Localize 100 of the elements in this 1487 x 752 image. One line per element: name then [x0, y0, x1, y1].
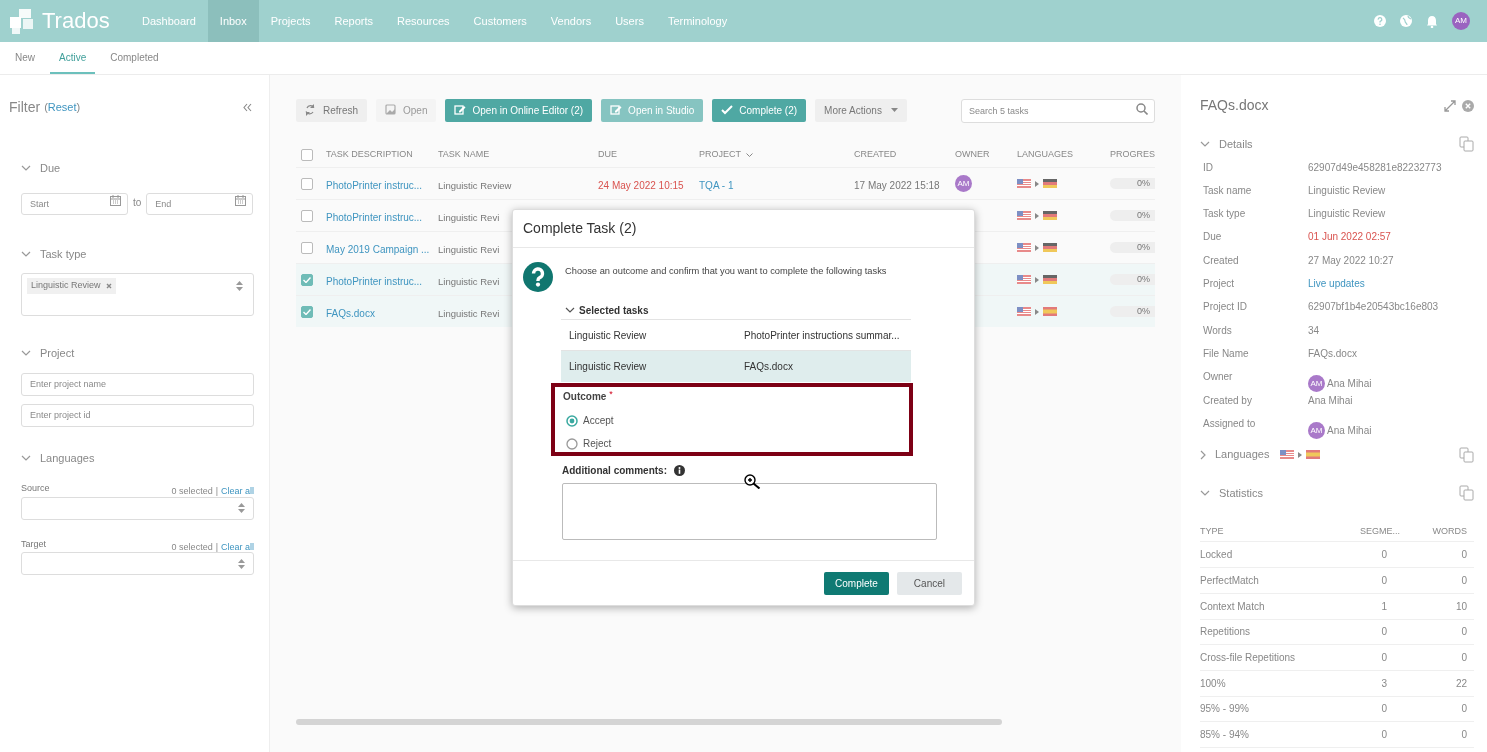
field-value: FAQs.docx: [1308, 346, 1357, 361]
column-header[interactable]: TASK NAME: [438, 147, 490, 162]
toolbar-button[interactable]: Refresh: [296, 98, 367, 122]
toolbar-button[interactable]: Open in Online Editor (2): [445, 98, 593, 122]
table-cell: Linguistic Revi: [438, 211, 500, 223]
column-header[interactable]: SEGME...: [1330, 525, 1400, 539]
toolbar-button[interactable]: Open: [376, 98, 437, 122]
toolbar-button[interactable]: Complete (2): [712, 98, 807, 122]
column-header[interactable]: OWNER: [955, 147, 990, 162]
refresh-icon: [305, 104, 317, 116]
field-value: 27 May 2022 10:27: [1308, 253, 1394, 268]
column-header[interactable]: DUE: [598, 147, 617, 162]
column-header[interactable]: PROJECT: [699, 147, 741, 162]
table-cell-text: 95% - 99%: [1200, 702, 1250, 717]
toolbar-button[interactable]: Open in Studio: [601, 98, 704, 122]
section-heading[interactable]: Languages: [40, 449, 95, 466]
table-cell-text: FAQs.docx: [744, 360, 793, 374]
table-cell-text: 0: [1380, 625, 1388, 640]
section-heading[interactable]: Statistics: [1219, 484, 1263, 502]
section-heading[interactable]: Languages: [1215, 446, 1270, 463]
section-heading[interactable]: Task type: [40, 245, 87, 262]
field-label: Created by: [1203, 394, 1253, 409]
project-name-field[interactable]: Enter project name: [21, 372, 254, 396]
table-cell-text: 0: [1380, 728, 1388, 743]
dialog-title: Complete Task (2): [523, 219, 637, 238]
search-field[interactable]: Search 5 tasks: [961, 99, 1155, 123]
toolbar-button[interactable]: More Actions: [815, 98, 907, 122]
task-link[interactable]: PhotoPrinter instruc...: [326, 275, 423, 287]
table-cell-text: 100%: [1200, 676, 1227, 691]
due-date: 24 May 2022 10:15: [598, 179, 684, 191]
project-link[interactable]: Live updates: [1308, 276, 1365, 291]
date-field[interactable]: Start: [21, 192, 128, 215]
user-name: Ana Mihai: [1327, 377, 1372, 392]
table-cell-text: 0: [1380, 702, 1388, 717]
column-header[interactable]: LANGUAGES: [1017, 147, 1074, 162]
task-row[interactable]: Linguistic Review FAQs.docx: [561, 351, 911, 382]
section-heading[interactable]: Selected tasks: [579, 302, 649, 318]
tag[interactable]: Linguistic Review: [27, 278, 116, 294]
required-mark: *: [609, 387, 613, 401]
table-cell-text: 10: [1454, 599, 1468, 614]
field-value: 62907d49e458281e82232773: [1308, 160, 1442, 175]
language-select[interactable]: [21, 496, 254, 520]
table-cell-text: 0: [1380, 574, 1388, 588]
checkbox[interactable]: [301, 305, 313, 318]
checkbox[interactable]: [301, 148, 313, 161]
nav-tab[interactable]: Inbox: [207, 0, 259, 42]
column-header[interactable]: TASK DESCRIPTION: [326, 147, 413, 162]
comments-field[interactable]: [562, 483, 937, 540]
table-cell-text: 0: [1460, 728, 1468, 743]
column-header[interactable]: TYPE: [1200, 525, 1330, 539]
logo-icon: [10, 8, 36, 34]
section-heading[interactable]: Project: [40, 345, 75, 362]
task-link[interactable]: PhotoPrinter instruc...: [326, 211, 423, 223]
separator: |: [215, 485, 218, 498]
column-header[interactable]: WORDS: [1400, 525, 1474, 539]
checkbox[interactable]: [301, 241, 313, 254]
radio-option[interactable]: Accept: [563, 409, 909, 432]
user-avatar[interactable]: AM: [1452, 12, 1470, 30]
progress-label: 0%: [1137, 178, 1150, 189]
sort-arrows-icon: [238, 558, 245, 569]
column-header[interactable]: PROGRES: [1110, 147, 1155, 162]
sub-tab[interactable]: Completed: [101, 42, 168, 74]
section-heading[interactable]: Details: [1219, 136, 1253, 153]
field-label: ID: [1203, 160, 1214, 175]
task-link[interactable]: PhotoPrinter instruc...: [326, 179, 423, 191]
radio-option[interactable]: Reject: [563, 432, 909, 455]
date-field[interactable]: End: [146, 192, 254, 215]
task-link[interactable]: FAQs.docx: [326, 307, 375, 319]
logo-text: Trados: [42, 10, 110, 32]
triangle-right-icon: [1035, 244, 1039, 251]
horizontal-scrollbar[interactable]: [296, 719, 1002, 725]
checkbox[interactable]: [301, 273, 313, 286]
language-select[interactable]: [21, 552, 254, 575]
clear-all-link[interactable]: Clear all: [221, 540, 254, 554]
dialog-message: Choose an outcome and confirm that you want to complete the following tasks: [565, 265, 888, 278]
double-chevron-left-icon: [243, 103, 252, 112]
progress-label: 0%: [1137, 274, 1150, 285]
column-header[interactable]: CREATED: [854, 147, 897, 162]
task-link[interactable]: May 2019 Campaign ...: [326, 243, 430, 255]
search-icon: [1136, 103, 1148, 115]
clear-all-link[interactable]: Clear all: [221, 485, 254, 499]
sub-tab[interactable]: New: [6, 42, 44, 74]
checkbox[interactable]: [301, 177, 313, 190]
bell-icon: [1426, 14, 1438, 28]
field-label: Additional comments:: [562, 464, 667, 478]
checkbox[interactable]: [301, 209, 313, 222]
complete-button[interactable]: Complete: [824, 572, 889, 595]
project-link[interactable]: TQA - 1: [699, 179, 734, 191]
sort-arrows-icon: [238, 503, 245, 513]
us-flag-icon: [1017, 243, 1031, 252]
task-type-select[interactable]: Linguistic Review: [21, 273, 254, 316]
triangle-right-icon: [1035, 308, 1039, 315]
table-cell: Linguistic Revi: [438, 307, 500, 319]
project-id-field[interactable]: Enter project id: [21, 403, 254, 427]
table-cell-text: 0: [1460, 574, 1468, 588]
cancel-button[interactable]: Cancel: [896, 572, 962, 595]
section-heading[interactable]: Due: [40, 160, 61, 177]
selected-count: 0 selected: [171, 540, 213, 554]
field-value: 01 Jun 2022 02:57: [1308, 230, 1391, 245]
user-name: Ana Mihai: [1327, 424, 1372, 439]
